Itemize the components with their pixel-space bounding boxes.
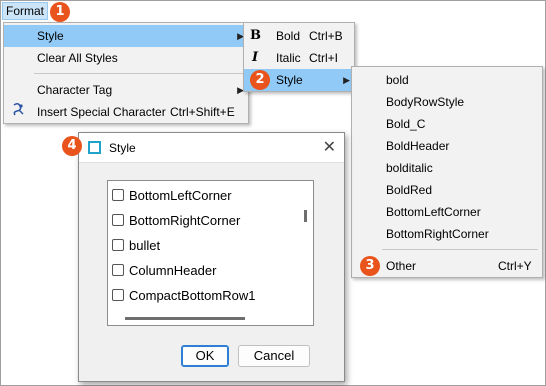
vertical-scrollbar[interactable] [304,210,307,222]
style-option-label: BodyRowStyle [386,95,465,109]
cancel-button[interactable]: Cancel [238,345,310,367]
dialog-app-icon [88,141,101,154]
menu-item-clear-all-styles[interactable]: Clear All Styles [4,47,248,69]
list-item[interactable]: ColumnHeader [112,261,216,281]
list-item-label: bullet [129,238,161,253]
menu-item-shortcut: Ctrl+I [309,51,339,65]
menu-format[interactable]: Format [2,2,48,20]
style-option-label: BottomRightCorner [386,227,489,241]
callout-4: 4 [62,136,82,156]
list-item-label: BottomLeftCorner [129,188,232,203]
dialog-title: Style [109,141,136,155]
style-listbox[interactable]: BottomLeftCorner BottomRightCorner bulle… [107,180,314,326]
styles-submenu: bold BodyRowStyle Bold_C BoldHeader bold… [351,66,543,278]
style-option-label: BoldRed [386,183,433,197]
close-icon[interactable]: ✕ [323,137,336,157]
ok-button[interactable]: OK [181,345,229,367]
menu-separator [34,73,244,74]
menu-item-label: Italic [276,51,301,65]
menu-item-label: Other [386,259,417,273]
list-item-label: BottomRightCorner [129,213,241,228]
menu-item-shortcut: Ctrl+Shift+E [170,105,235,119]
special-character-icon [11,101,25,123]
dialog-titlebar: Style ✕ [79,133,344,163]
style-dialog: Style ✕ BottomLeftCorner BottomRightCorn… [78,132,345,382]
horizontal-scrollbar[interactable] [125,317,245,320]
checkbox[interactable] [112,214,124,226]
menu-item-label: Bold [276,29,301,43]
menu-item-label: Style [37,29,64,43]
style-option-label: bolditalic [386,161,433,175]
callout-2: 2 [250,70,270,90]
menu-separator [382,249,538,250]
style-option-label: BoldHeader [386,139,450,153]
menu-item-shortcut: Ctrl+Y [498,259,532,273]
list-item[interactable]: bullet [112,236,160,256]
style-option-label: bold [386,73,409,87]
menu-item-label: Character Tag [37,83,113,97]
checkbox[interactable] [112,239,124,251]
callout-1: 1 [50,2,70,22]
style-option[interactable]: BodyRowStyle [352,91,542,113]
style-option[interactable]: BottomRightCorner [352,223,542,245]
style-option[interactable]: BoldRed [352,179,542,201]
menu-item-style[interactable]: Style ▶ [4,25,248,47]
callout-3: 3 [360,256,380,276]
bold-icon: B [250,28,261,43]
list-item-label: CompactBottomRow1 [129,288,256,303]
style-option[interactable]: Bold_C [352,113,542,135]
checkbox[interactable] [112,289,124,301]
list-item[interactable]: CompactBottomRow1 [112,286,255,306]
chevron-right-icon: ▶ [343,75,350,85]
menu-item-character-tag[interactable]: Character Tag ▶ [4,79,248,101]
italic-icon: I [252,50,259,65]
menu-item-label: Insert Special Character [37,105,166,119]
style-option[interactable]: bolditalic [352,157,542,179]
style-option-label: BottomLeftCorner [386,205,481,219]
style-option[interactable]: BoldHeader [352,135,542,157]
style-option[interactable]: BottomLeftCorner [352,201,542,223]
menu-item-label: Clear All Styles [37,51,118,65]
checkbox[interactable] [112,264,124,276]
format-menu: Style ▶ Clear All Styles Character Tag ▶… [3,22,249,124]
menu-item-other[interactable]: Other Ctrl+Y [352,255,542,277]
menu-item-label: Style [276,73,303,87]
style-option[interactable]: bold [352,69,542,91]
checkbox[interactable] [112,189,124,201]
menu-item-bold[interactable]: B Bold Ctrl+B [244,25,354,47]
menu-item-shortcut: Ctrl+B [309,29,343,43]
list-item[interactable]: BottomLeftCorner [112,186,232,206]
list-item[interactable]: BottomRightCorner [112,211,240,231]
menu-item-italic[interactable]: I Italic Ctrl+I [244,47,354,69]
menu-item-insert-special-character[interactable]: Insert Special Character Ctrl+Shift+E [4,101,248,123]
list-item-label: ColumnHeader [129,263,217,278]
style-option-label: Bold_C [386,117,426,131]
